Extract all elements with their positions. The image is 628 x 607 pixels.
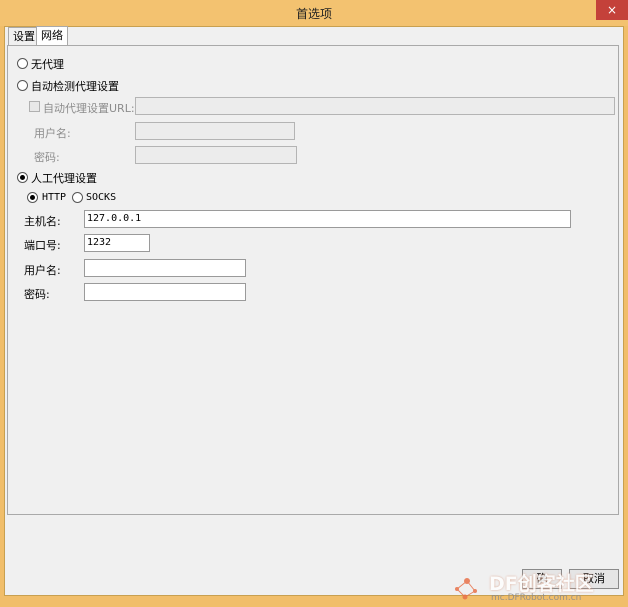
http-label: HTTP (42, 192, 67, 203)
username-input[interactable] (84, 259, 246, 277)
auto-config-url-label: 自动代理设置URL: (43, 102, 135, 115)
watermark: DF创客社区 mc.DFRobot.com.cn (445, 567, 625, 607)
auto-config-url-input[interactable] (135, 97, 615, 115)
manual-proxy-label: 人工代理设置 (31, 172, 97, 185)
no-proxy-label: 无代理 (31, 58, 64, 71)
manual-proxy-radio[interactable] (17, 172, 28, 183)
auto-password-input[interactable] (135, 146, 297, 164)
preferences-window: 设置 网络 无代理 自动检测代理设置 自动代理设置URL: 用户名: 密码: 人… (4, 26, 624, 603)
tab-network[interactable]: 网络 (36, 26, 68, 45)
socks-label: SOCKS (86, 192, 117, 203)
http-radio[interactable] (27, 192, 38, 203)
auto-config-url-checkbox[interactable] (29, 101, 40, 112)
watermark-site: mc.DFRobot.com.cn (491, 593, 582, 603)
host-label: 主机名: (24, 215, 61, 228)
auto-username-input[interactable] (135, 122, 295, 140)
auto-password-label: 密码: (34, 151, 60, 164)
host-input[interactable]: 127.0.0.1 (84, 210, 571, 228)
socks-radio[interactable] (72, 192, 83, 203)
auto-detect-radio[interactable] (17, 80, 28, 91)
password-label: 密码: (24, 288, 50, 301)
auto-detect-label: 自动检测代理设置 (31, 80, 119, 93)
port-input[interactable]: 1232 (84, 234, 150, 252)
close-button[interactable]: × (596, 0, 628, 20)
port-label: 端口号: (24, 239, 61, 252)
no-proxy-radio[interactable] (17, 58, 28, 69)
title-bar: 首选项 × (0, 0, 628, 26)
window-title: 首选项 (295, 7, 332, 21)
password-input[interactable] (84, 283, 246, 301)
username-label: 用户名: (24, 264, 61, 277)
watermark-brand: DF创客社区 (489, 573, 594, 595)
auto-username-label: 用户名: (34, 127, 71, 140)
close-icon: × (606, 3, 618, 17)
